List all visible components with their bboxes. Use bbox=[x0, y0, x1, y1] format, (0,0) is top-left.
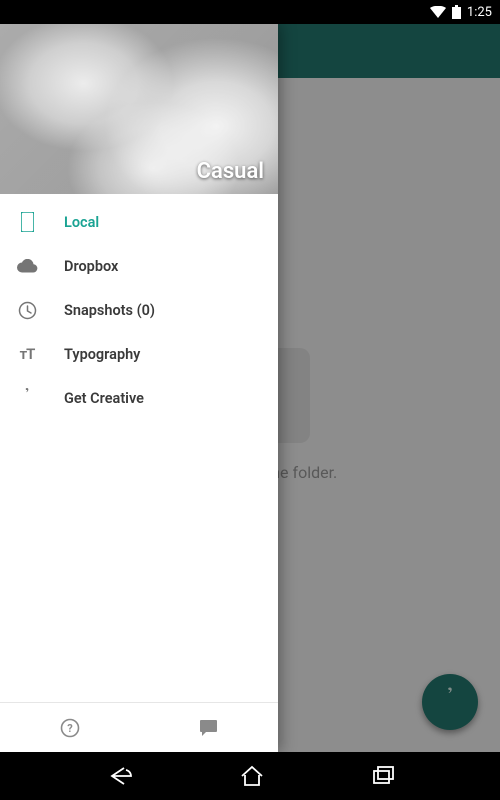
drawer-item-label: Typography bbox=[64, 346, 140, 363]
feedback-button[interactable] bbox=[139, 719, 278, 737]
drawer-footer: ? bbox=[0, 702, 278, 752]
wifi-icon bbox=[430, 6, 446, 18]
help-button[interactable]: ? bbox=[0, 718, 139, 738]
quote-icon: 𝄒 bbox=[16, 388, 38, 409]
svg-text:?: ? bbox=[67, 722, 73, 735]
history-icon bbox=[16, 301, 38, 320]
drawer-item-local[interactable]: Local bbox=[0, 200, 278, 244]
android-nav-bar bbox=[0, 752, 500, 800]
status-time: 1:25 bbox=[467, 5, 492, 20]
home-button[interactable] bbox=[239, 765, 265, 787]
recents-button[interactable] bbox=[371, 766, 395, 786]
navigation-drawer: Casual Local Dropbox bbox=[0, 24, 278, 752]
status-bar: 1:25 bbox=[0, 0, 500, 24]
drawer-item-dropbox[interactable]: Dropbox bbox=[0, 244, 278, 288]
drawer-item-typography[interactable]: тT Typography bbox=[0, 332, 278, 376]
drawer-title: Casual bbox=[197, 159, 264, 184]
drawer-item-label: Dropbox bbox=[64, 258, 118, 275]
battery-icon bbox=[452, 5, 461, 19]
drawer-list: Local Dropbox Snapshots (0) тT bbox=[0, 194, 278, 702]
drawer-item-label: Get Creative bbox=[64, 390, 144, 407]
type-icon: тT bbox=[16, 345, 38, 363]
phone-icon bbox=[16, 212, 38, 232]
drawer-item-label: Local bbox=[64, 214, 99, 231]
drawer-item-label: Snapshots (0) bbox=[64, 302, 155, 319]
drawer-header: Casual bbox=[0, 24, 278, 194]
cloud-icon bbox=[16, 259, 38, 273]
back-button[interactable] bbox=[106, 765, 134, 787]
drawer-item-snapshots[interactable]: Snapshots (0) bbox=[0, 288, 278, 332]
drawer-item-get-creative[interactable]: 𝄒 Get Creative bbox=[0, 376, 278, 420]
